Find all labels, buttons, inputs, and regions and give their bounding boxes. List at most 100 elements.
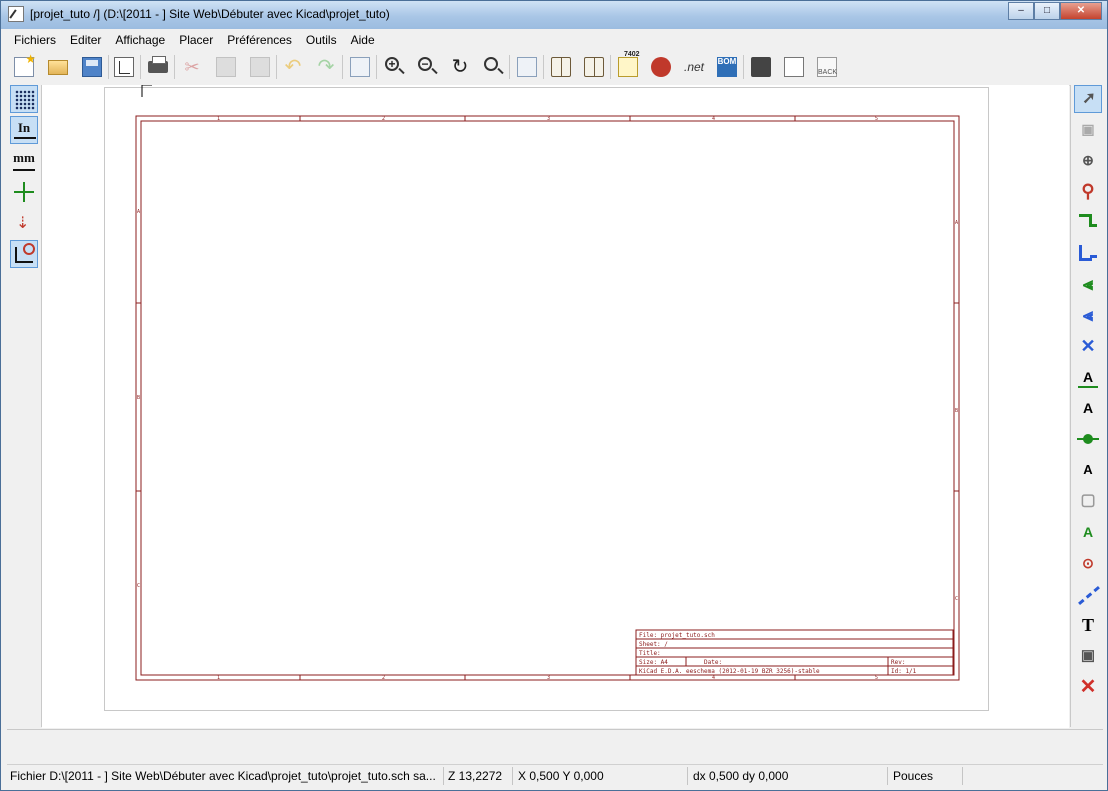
delete-icon: ✕: [1079, 676, 1097, 698]
place-bus-button[interactable]: [1074, 240, 1102, 268]
library-browser-button[interactable]: [581, 54, 607, 80]
row-letter-right-c: C: [955, 596, 958, 602]
global-label-button[interactable]: A: [1074, 395, 1102, 423]
zoom-fit-button[interactable]: [480, 54, 506, 80]
mm-units-icon: mm: [13, 150, 35, 165]
junction-button[interactable]: [1074, 426, 1102, 454]
title-block-date: Date:: [704, 659, 722, 666]
redo-icon: ↷: [317, 56, 335, 78]
page-settings-button[interactable]: [111, 54, 137, 80]
menu-affichage[interactable]: Affichage: [108, 30, 172, 50]
cut-icon: ✂: [184, 57, 200, 77]
col-number-top-3: 3: [547, 116, 550, 122]
library-browser-icon: [584, 57, 604, 77]
status-zoom: Z 13,2272: [448, 769, 503, 783]
wire-to-bus-entry-icon: ⫷: [1082, 274, 1094, 294]
menu-outils[interactable]: Outils: [299, 30, 344, 50]
menu-placer[interactable]: Placer: [172, 30, 220, 50]
menu-editer[interactable]: Editer: [63, 30, 108, 50]
erc-button[interactable]: [648, 54, 674, 80]
place-wire-button[interactable]: [1074, 209, 1102, 237]
status-file: Fichier D:\[2011 - ] Site Web\Débuter av…: [10, 769, 436, 783]
select-tool-button[interactable]: ➚: [1074, 85, 1102, 113]
cursor-shape-button[interactable]: [10, 178, 38, 206]
paste-button[interactable]: [247, 54, 273, 80]
new-schematic-icon: [14, 52, 36, 77]
library-editor-button[interactable]: [548, 54, 574, 80]
row-letter-right-b: B: [955, 408, 958, 414]
close-button[interactable]: ✕: [1060, 2, 1102, 20]
col-number-top-4: 4: [712, 116, 715, 122]
cut-button[interactable]: ✂: [179, 54, 205, 80]
zoom-out-icon: −: [418, 57, 432, 71]
hierarchy-push-pop-button[interactable]: ▣: [1074, 116, 1102, 144]
undo-button[interactable]: ↶: [280, 54, 306, 80]
back-annotate-button[interactable]: BACK: [814, 54, 840, 80]
maximize-button[interactable]: □: [1034, 2, 1060, 20]
grid-toggle-button[interactable]: [10, 85, 38, 113]
place-sheet-pin-button[interactable]: ⊙: [1074, 550, 1102, 578]
net-label-icon: A: [1082, 369, 1094, 385]
sheet-frame-svg: 1 2 3 4 5 1 2 3 4 5 A B C A B C File: pr…: [135, 85, 960, 681]
title-block-size: Size: A4: [639, 659, 668, 666]
hierarchical-sheet-button[interactable]: ▢: [1074, 488, 1102, 516]
zoom-out-button[interactable]: −: [414, 54, 440, 80]
graphic-text-button[interactable]: T: [1074, 612, 1102, 640]
minimize-button[interactable]: –: [1008, 2, 1034, 20]
print-button[interactable]: [145, 54, 171, 80]
cvpcb-icon: [751, 57, 771, 77]
print-icon: [148, 56, 168, 73]
bus-to-bus-entry-button[interactable]: ⫷: [1074, 302, 1102, 330]
import-sheet-pin-button[interactable]: A: [1074, 519, 1102, 547]
inch-units-button[interactable]: In: [10, 116, 38, 144]
place-power-button[interactable]: ⚲: [1074, 178, 1102, 206]
status-relative-dxdy: dx 0,500 dy 0,000: [693, 769, 789, 783]
menu-aide[interactable]: Aide: [344, 30, 382, 50]
pcbnew-button[interactable]: [781, 54, 807, 80]
no-connect-button[interactable]: ✕: [1074, 333, 1102, 361]
new-schematic-button[interactable]: [11, 52, 37, 80]
open-schematic-icon: [48, 60, 68, 75]
eeschema-app-icon: [8, 6, 24, 22]
wire-to-bus-entry-button[interactable]: ⫷: [1074, 271, 1102, 299]
copy-button[interactable]: [213, 54, 239, 80]
row-letter-left-c: C: [137, 583, 140, 589]
graphic-line-button[interactable]: [1074, 581, 1102, 609]
annotate-button[interactable]: 7402: [615, 51, 641, 80]
paste-icon: [250, 57, 270, 77]
hierarchy-navigator-button[interactable]: [514, 54, 540, 80]
cvpcb-button[interactable]: [748, 54, 774, 80]
title-block-rev: Rev:: [891, 659, 905, 666]
col-number-bottom-5: 5: [875, 675, 878, 681]
place-sheet-pin-icon: ⊙: [1082, 555, 1094, 571]
no-connect-icon: ✕: [1080, 336, 1096, 356]
save-button[interactable]: [79, 54, 105, 80]
inch-units-icon: In: [17, 120, 31, 135]
redo-button[interactable]: ↷: [313, 54, 339, 80]
netlist-button[interactable]: .net: [681, 54, 707, 80]
net-label-button[interactable]: A: [1074, 364, 1102, 392]
delete-button[interactable]: ✕: [1074, 674, 1102, 702]
redraw-button[interactable]: ↻: [447, 54, 473, 80]
zoom-in-button[interactable]: +: [381, 54, 407, 80]
left-options-toolbar: In mm ⇣: [7, 85, 42, 727]
find-icon: [350, 57, 370, 77]
wire-bus-orientation-button[interactable]: [10, 240, 38, 268]
menu-preferences[interactable]: Préférences: [220, 30, 299, 50]
hidden-pins-icon: ⇣: [16, 215, 30, 232]
menu-bar: Fichiers Editer Affichage Placer Préfére…: [7, 30, 1101, 50]
schematic-canvas[interactable]: 1 2 3 4 5 1 2 3 4 5 A B C A B C File: pr…: [42, 85, 1069, 728]
select-arrow-icon: ➚: [1082, 90, 1096, 107]
mm-units-button[interactable]: mm: [10, 147, 38, 175]
hidden-pins-button[interactable]: ⇣: [10, 209, 38, 237]
add-image-button[interactable]: ▣: [1074, 643, 1102, 671]
find-button[interactable]: [347, 54, 373, 80]
hierarchical-label-button[interactable]: A: [1074, 457, 1102, 485]
row-letter-right-a: A: [955, 220, 958, 226]
global-label-icon: A: [1082, 400, 1094, 416]
bom-button[interactable]: BOM: [714, 54, 740, 80]
open-schematic-button[interactable]: [45, 54, 71, 80]
place-component-button[interactable]: ⊕: [1074, 147, 1102, 175]
menu-fichiers[interactable]: Fichiers: [7, 30, 63, 50]
grid-toggle-icon: [15, 90, 35, 110]
